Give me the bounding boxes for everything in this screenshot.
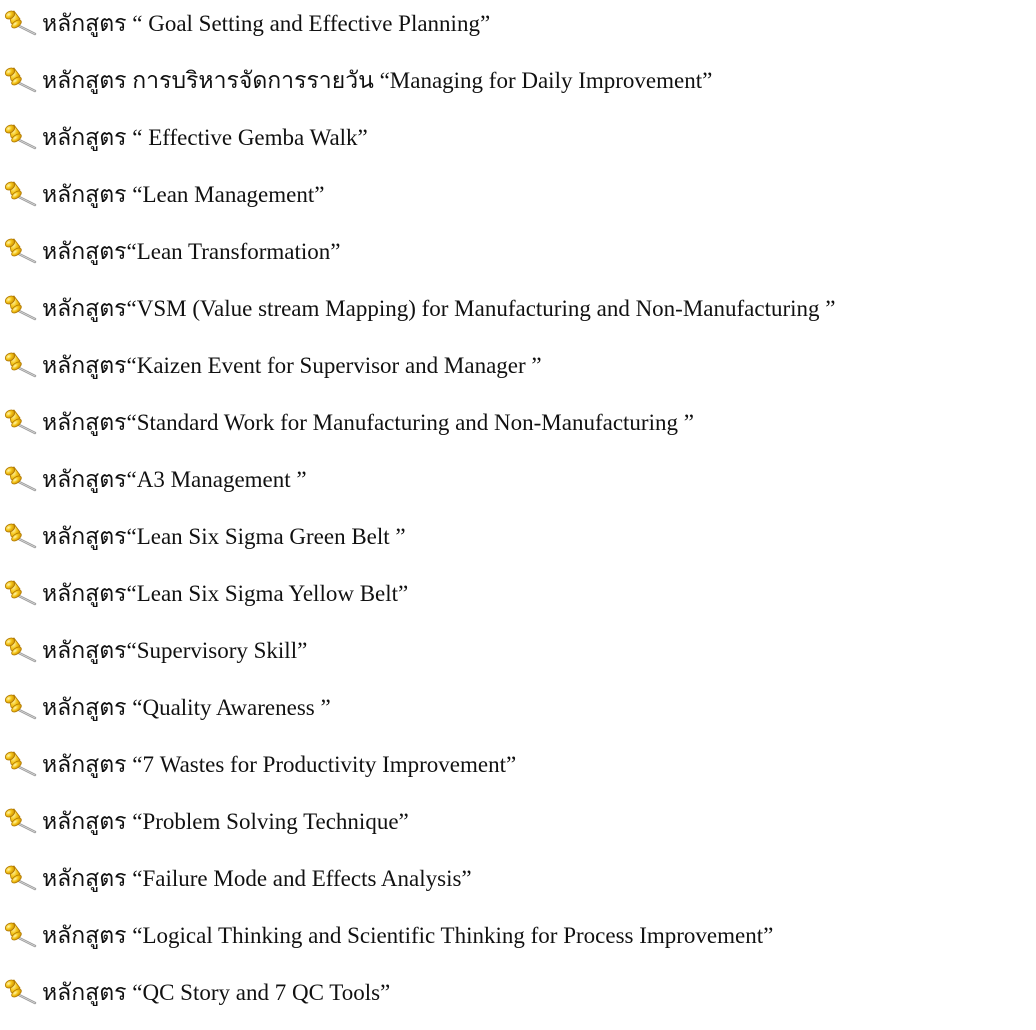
course-item[interactable]: หลักสูตร“A3 Management ” — [0, 451, 1036, 508]
course-title: หลักสูตร “QC Story and 7 QC Tools” — [42, 980, 391, 1005]
course-title: หลักสูตร“Lean Six Sigma Green Belt ” — [42, 524, 406, 549]
course-item[interactable]: หลักสูตร “7 Wastes for Productivity Impr… — [0, 736, 1036, 793]
pushpin-icon — [2, 295, 38, 323]
course-title: หลักสูตร “Failure Mode and Effects Analy… — [42, 866, 472, 891]
course-title: หลักสูตร “7 Wastes for Productivity Impr… — [42, 752, 517, 777]
course-title: หลักสูตร “Lean Management” — [42, 182, 325, 207]
course-item[interactable]: หลักสูตร “Problem Solving Technique” — [0, 793, 1036, 850]
pushpin-icon — [2, 466, 38, 494]
course-title: หลักสูตร“Standard Work for Manufacturing… — [42, 410, 694, 435]
course-item[interactable]: หลักสูตร “ Effective Gemba Walk” — [0, 109, 1036, 166]
course-item[interactable]: หลักสูตร “Quality Awareness ” — [0, 679, 1036, 736]
course-title: หลักสูตร“Lean Six Sigma Yellow Belt” — [42, 581, 409, 606]
course-item[interactable]: หลักสูตร“Lean Six Sigma Yellow Belt” — [0, 565, 1036, 622]
course-title: หลักสูตร“Lean Transformation” — [42, 239, 341, 264]
course-title: หลักสูตร การบริหารจัดการรายวัน “Managing… — [42, 68, 713, 93]
course-title: หลักสูตร“A3 Management ” — [42, 467, 307, 492]
pushpin-icon — [2, 238, 38, 266]
course-title: หลักสูตร “ Goal Setting and Effective Pl… — [42, 11, 491, 36]
pushpin-icon — [2, 580, 38, 608]
pushpin-icon — [2, 124, 38, 152]
pushpin-icon — [2, 922, 38, 950]
course-item[interactable]: หลักสูตร“Lean Transformation” — [0, 223, 1036, 280]
pushpin-icon — [2, 808, 38, 836]
pushpin-icon — [2, 352, 38, 380]
course-item[interactable]: หลักสูตร“Kaizen Event for Supervisor and… — [0, 337, 1036, 394]
course-item[interactable]: หลักสูตร “Logical Thinking and Scientifi… — [0, 907, 1036, 964]
course-item[interactable]: หลักสูตร“Standard Work for Manufacturing… — [0, 394, 1036, 451]
pushpin-icon — [2, 181, 38, 209]
course-title: หลักสูตร“VSM (Value stream Mapping) for … — [42, 296, 836, 321]
course-title: หลักสูตร “Logical Thinking and Scientifi… — [42, 923, 774, 948]
course-title: หลักสูตร “Problem Solving Technique” — [42, 809, 409, 834]
course-item[interactable]: หลักสูตร การบริหารจัดการรายวัน “Managing… — [0, 52, 1036, 109]
course-item[interactable]: หลักสูตร “Lean Management” — [0, 166, 1036, 223]
course-list: หลักสูตร “ Goal Setting and Effective Pl… — [0, 0, 1036, 1021]
course-item[interactable]: หลักสูตร“Supervisory Skill” — [0, 622, 1036, 679]
course-title: หลักสูตร “Quality Awareness ” — [42, 695, 331, 720]
course-title: หลักสูตร“Supervisory Skill” — [42, 638, 308, 663]
course-item[interactable]: หลักสูตร“VSM (Value stream Mapping) for … — [0, 280, 1036, 337]
pushpin-icon — [2, 865, 38, 893]
course-item[interactable]: หลักสูตร“Lean Six Sigma Green Belt ” — [0, 508, 1036, 565]
course-title: หลักสูตร“Kaizen Event for Supervisor and… — [42, 353, 542, 378]
course-item[interactable]: หลักสูตร “ Goal Setting and Effective Pl… — [0, 0, 1036, 52]
pushpin-icon — [2, 409, 38, 437]
pushpin-icon — [2, 523, 38, 551]
pushpin-icon — [2, 10, 38, 38]
pushpin-icon — [2, 637, 38, 665]
course-title: หลักสูตร “ Effective Gemba Walk” — [42, 125, 368, 150]
pushpin-icon — [2, 751, 38, 779]
pushpin-icon — [2, 67, 38, 95]
pushpin-icon — [2, 694, 38, 722]
course-item[interactable]: หลักสูตร “Failure Mode and Effects Analy… — [0, 850, 1036, 907]
pushpin-icon — [2, 979, 38, 1007]
course-item[interactable]: หลักสูตร “QC Story and 7 QC Tools” — [0, 964, 1036, 1021]
